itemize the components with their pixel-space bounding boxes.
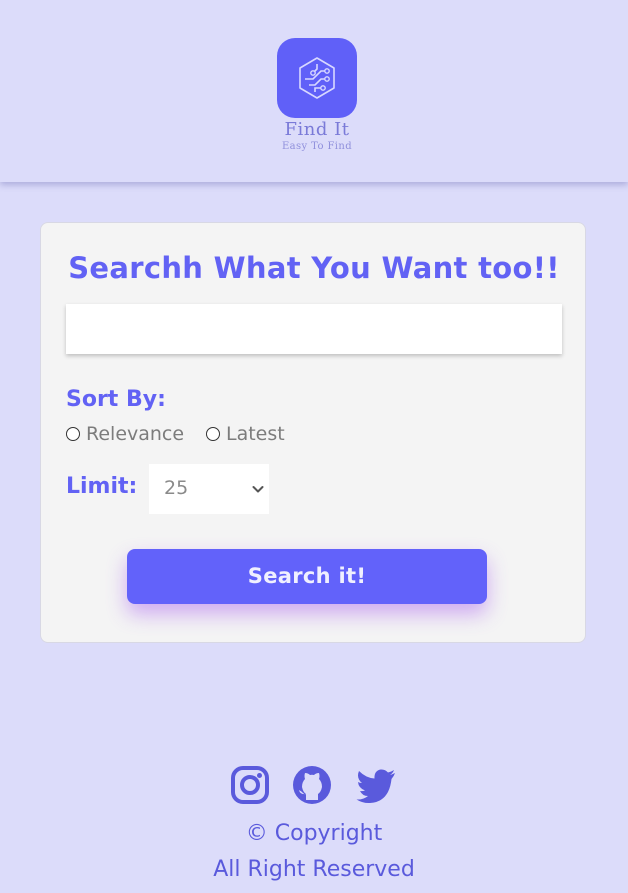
header: Find It Easy To Find <box>0 0 628 182</box>
radio-latest[interactable] <box>206 427 220 441</box>
search-input[interactable] <box>66 304 562 354</box>
logo[interactable] <box>277 38 357 118</box>
search-card: Searchh What You Want too!! Sort By: Rel… <box>40 222 586 643</box>
limit-select[interactable]: 25 <box>149 464 269 514</box>
limit-label: Limit: <box>66 474 138 499</box>
copyright-text: © Copyright <box>245 821 383 846</box>
radio-relevance[interactable] <box>66 427 80 441</box>
search-heading: Searchh What You Want too!! <box>68 251 560 285</box>
circuit-hexagon-icon <box>299 57 335 99</box>
twitter-icon[interactable] <box>355 765 395 805</box>
radio-relevance-label: Relevance <box>86 423 185 445</box>
radio-latest-label: Latest <box>226 423 285 445</box>
rights-reserved-text: All Right Reserved <box>213 857 415 882</box>
github-icon[interactable] <box>292 765 332 805</box>
sort-option-latest[interactable]: Latest <box>206 423 285 445</box>
sort-option-relevance[interactable]: Relevance <box>66 423 184 445</box>
search-button[interactable]: Search it! <box>127 549 487 604</box>
instagram-icon[interactable] <box>230 765 270 805</box>
sort-label: Sort By: <box>66 387 166 412</box>
chevron-down-icon <box>252 486 264 493</box>
brand-tagline: Easy To Find <box>281 141 353 152</box>
limit-selected-value: 25 <box>164 477 189 499</box>
brand-title: Find It <box>284 119 350 140</box>
